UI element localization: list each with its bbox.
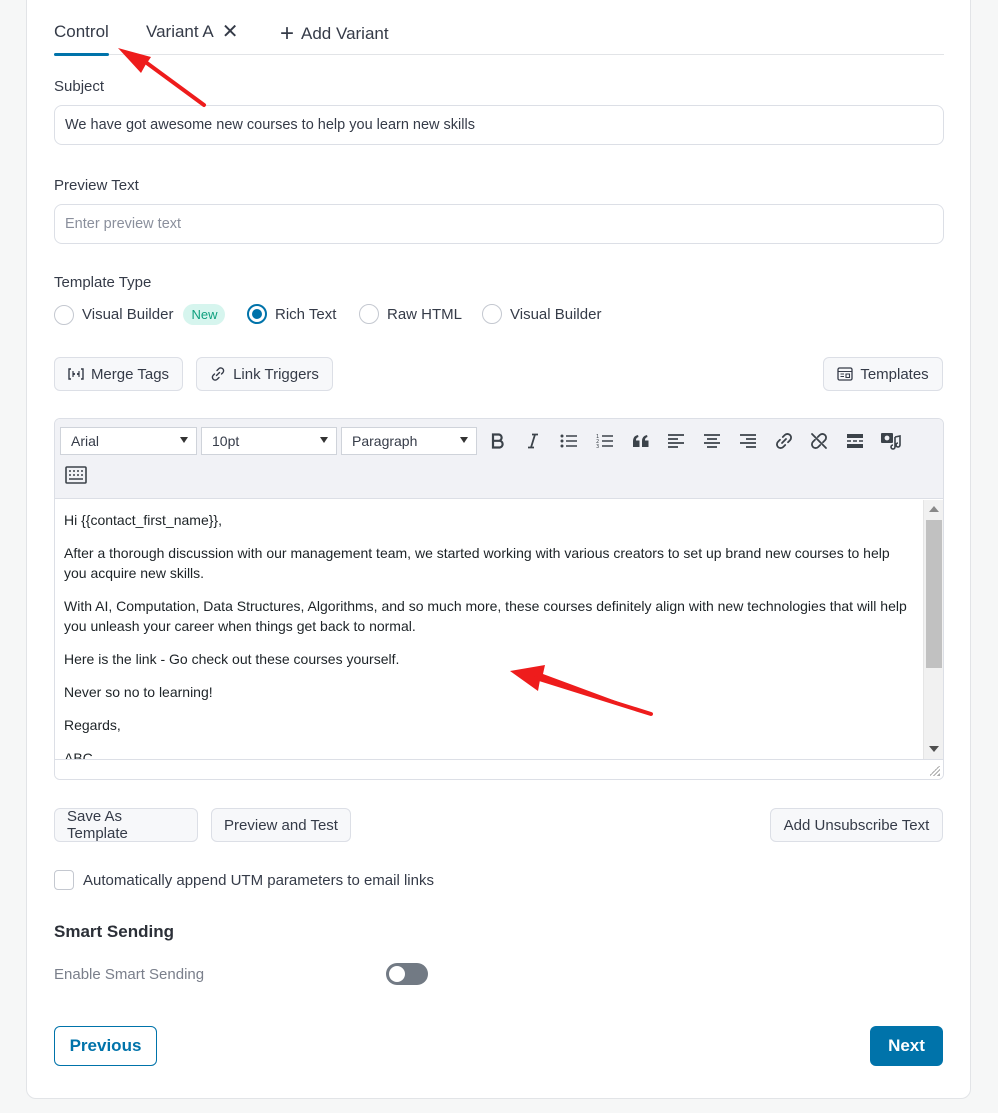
svg-text:3: 3 bbox=[596, 444, 599, 449]
previous-button[interactable]: Previous bbox=[54, 1026, 157, 1066]
radio-label: Visual Builder bbox=[510, 305, 602, 323]
plus-icon: + bbox=[280, 20, 295, 47]
scroll-up-icon[interactable] bbox=[929, 506, 939, 512]
radio-label: Raw HTML bbox=[387, 305, 463, 323]
unlink-icon[interactable] bbox=[807, 429, 831, 453]
preview-text-label: Preview Text bbox=[54, 177, 139, 194]
radio-circle bbox=[54, 304, 74, 325]
content-paragraph: Never so no to learning! bbox=[64, 684, 213, 700]
merge-tags-button[interactable]: Merge Tags bbox=[54, 357, 183, 391]
content-paragraph: With AI, Computation, Data Structures, A… bbox=[64, 598, 907, 634]
content-paragraph: After a thorough discussion with our man… bbox=[64, 545, 890, 581]
radio-rich-text[interactable]: Rich Text bbox=[247, 304, 336, 324]
editor-statusbar bbox=[55, 759, 943, 779]
align-center-icon[interactable] bbox=[700, 429, 724, 453]
chevron-down-icon bbox=[180, 437, 188, 443]
block-format-select[interactable]: Paragraph bbox=[341, 427, 477, 455]
content-paragraph: Regards, bbox=[64, 717, 121, 733]
link-triggers-button[interactable]: Link Triggers bbox=[196, 357, 333, 391]
link-icon bbox=[210, 366, 226, 382]
chevron-down-icon bbox=[320, 437, 328, 443]
read-more-icon[interactable] bbox=[843, 429, 867, 453]
templates-button[interactable]: Templates bbox=[823, 357, 943, 391]
utm-checkbox[interactable] bbox=[54, 870, 74, 890]
add-variant-label: Add Variant bbox=[301, 24, 389, 43]
link-triggers-label: Link Triggers bbox=[233, 365, 319, 383]
rich-text-editor: Arial 10pt Paragraph 123 Hi {{contact_fi… bbox=[54, 418, 944, 780]
chevron-down-icon bbox=[460, 437, 468, 443]
merge-tags-icon bbox=[68, 368, 84, 380]
media-icon[interactable] bbox=[879, 429, 903, 453]
tab-control[interactable]: Control bbox=[54, 22, 109, 56]
template-type-label: Template Type bbox=[54, 274, 152, 291]
radio-circle-checked bbox=[247, 304, 267, 324]
preview-and-test-button[interactable]: Preview and Test bbox=[211, 808, 351, 842]
radio-circle bbox=[482, 304, 502, 324]
merge-tags-label: Merge Tags bbox=[90, 365, 170, 383]
toggle-knob bbox=[389, 966, 405, 982]
radio-circle bbox=[359, 304, 379, 324]
editor-scrollbar[interactable] bbox=[923, 500, 943, 760]
radio-raw-html[interactable]: Raw HTML bbox=[359, 304, 462, 324]
save-as-template-button[interactable]: Save As Template bbox=[54, 808, 198, 842]
font-size-select[interactable]: 10pt bbox=[201, 427, 337, 455]
radio-visual-builder-new[interactable]: Visual Builder New bbox=[54, 304, 226, 325]
tab-variant-a-label: Variant A bbox=[146, 22, 214, 41]
tab-variant-a[interactable]: Variant A ✕ bbox=[146, 22, 239, 42]
add-variant-button[interactable]: + Add Variant bbox=[280, 22, 389, 46]
numbered-list-icon[interactable]: 123 bbox=[593, 429, 617, 453]
radio-visual-builder[interactable]: Visual Builder bbox=[482, 304, 601, 324]
resize-handle-icon[interactable] bbox=[930, 766, 940, 776]
align-left-icon[interactable] bbox=[664, 429, 688, 453]
content-paragraph: Here is the link - Go check out these co… bbox=[64, 651, 400, 667]
scroll-down-icon[interactable] bbox=[929, 746, 939, 752]
templates-icon bbox=[837, 367, 853, 381]
close-icon[interactable]: ✕ bbox=[222, 22, 239, 42]
variant-tabs: Control Variant A ✕ + Add Variant bbox=[54, 20, 944, 56]
templates-label: Templates bbox=[860, 365, 929, 383]
block-format-value: Paragraph bbox=[352, 433, 418, 449]
italic-icon[interactable] bbox=[521, 429, 545, 453]
font-size-value: 10pt bbox=[212, 433, 240, 449]
save-as-template-label: Save As Template bbox=[67, 808, 128, 842]
add-unsubscribe-text-button[interactable]: Add Unsubscribe Text bbox=[770, 808, 943, 842]
font-family-select[interactable]: Arial bbox=[60, 427, 197, 455]
utm-label: Automatically append UTM parameters to e… bbox=[83, 872, 434, 889]
editor-toolbar: Arial 10pt Paragraph 123 bbox=[55, 419, 943, 499]
smart-sending-label: Enable Smart Sending bbox=[54, 966, 205, 983]
blockquote-icon[interactable] bbox=[629, 429, 653, 453]
content-paragraph: Hi {{contact_first_name}}, bbox=[64, 512, 222, 528]
keyboard-icon[interactable] bbox=[64, 463, 88, 487]
subject-input[interactable] bbox=[54, 105, 944, 145]
editor-content[interactable]: Hi {{contact_first_name}}, After a thoro… bbox=[55, 500, 921, 760]
scrollbar-thumb[interactable] bbox=[926, 520, 942, 668]
bullet-list-icon[interactable] bbox=[557, 429, 581, 453]
align-right-icon[interactable] bbox=[736, 429, 760, 453]
preview-text-input[interactable] bbox=[54, 204, 944, 244]
bold-icon[interactable] bbox=[486, 429, 510, 453]
smart-sending-heading: Smart Sending bbox=[54, 922, 174, 941]
subject-label: Subject bbox=[54, 78, 105, 95]
radio-label: Rich Text bbox=[275, 305, 337, 323]
next-button[interactable]: Next bbox=[870, 1026, 943, 1066]
tab-control-label: Control bbox=[54, 22, 109, 41]
add-unsubscribe-text-label: Add Unsubscribe Text bbox=[783, 816, 930, 834]
font-family-value: Arial bbox=[71, 433, 100, 449]
radio-label: Visual Builder bbox=[82, 306, 174, 323]
new-badge: New bbox=[183, 304, 226, 325]
smart-sending-toggle[interactable] bbox=[386, 963, 428, 985]
preview-and-test-label: Preview and Test bbox=[224, 816, 338, 834]
insert-link-icon[interactable] bbox=[772, 429, 796, 453]
